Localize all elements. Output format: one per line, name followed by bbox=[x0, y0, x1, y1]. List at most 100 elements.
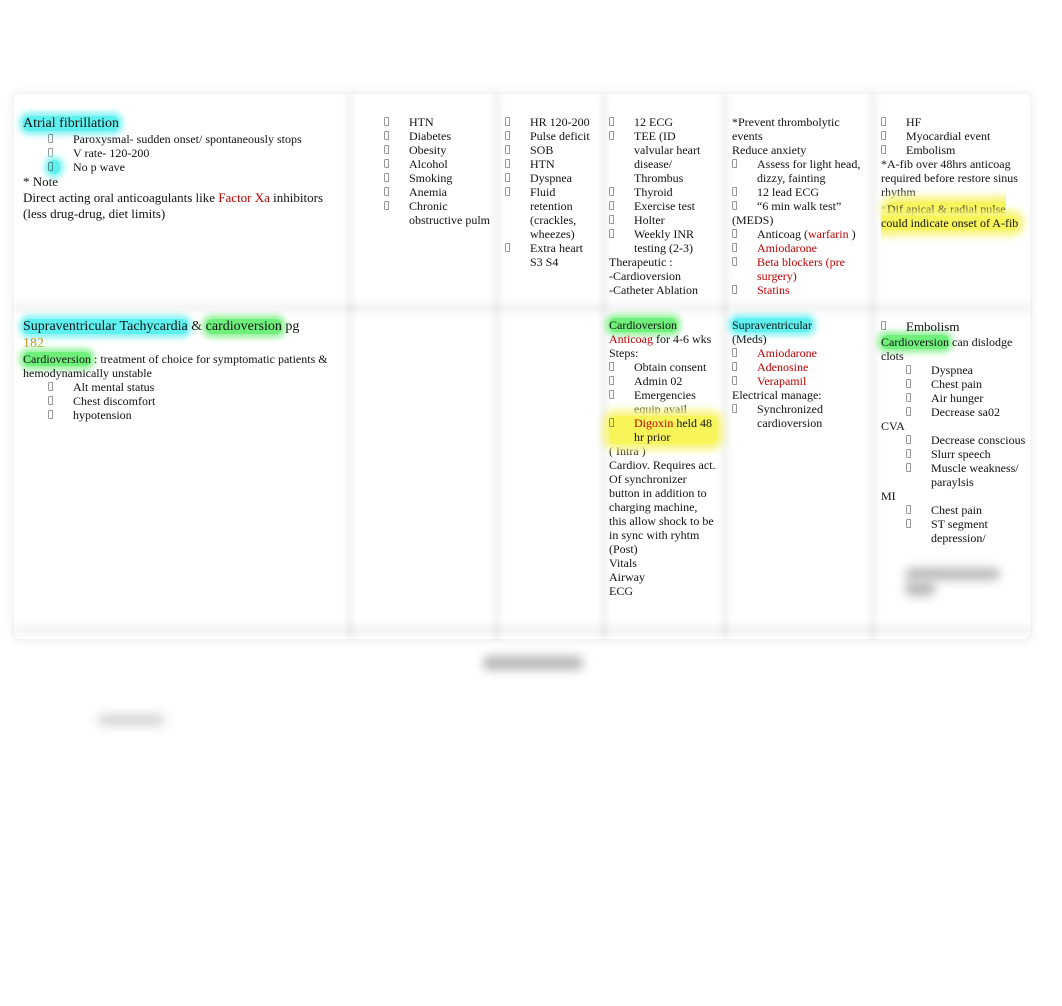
bullet-icon:  bbox=[384, 199, 409, 213]
bullet-icon:  bbox=[505, 171, 530, 185]
list-item: Alcohol bbox=[384, 157, 494, 171]
list-item: Chronic obstructive pulm bbox=[384, 199, 494, 227]
bullet-icon:  bbox=[505, 143, 530, 157]
cva-label: CVA bbox=[881, 419, 905, 433]
redacted-text bbox=[905, 568, 1000, 580]
list-item: Embolism bbox=[881, 318, 1026, 335]
list-item-text: HF bbox=[906, 115, 922, 129]
text-segment: cardioversion bbox=[205, 319, 282, 334]
bullet-icon:  bbox=[906, 377, 931, 391]
list-item: Dyspnea bbox=[505, 171, 597, 185]
text-segment: Cardioversion bbox=[881, 335, 949, 349]
list-item: Digoxin held 48 hr prior bbox=[609, 416, 717, 444]
text-segment: Supraventricular Tachycardia bbox=[23, 319, 188, 334]
list-item: Adenosine bbox=[732, 360, 866, 374]
bullet-icon:  bbox=[384, 185, 409, 199]
steps-label: Steps: bbox=[609, 346, 639, 360]
cva-signs-list: Decrease conscious Slurr speech Muscl… bbox=[881, 433, 1026, 489]
bullet-icon:  bbox=[732, 199, 757, 213]
doac-note: Direct acting oral anticoagulants like F… bbox=[23, 190, 343, 222]
afib-overview-cell: Atrial fibrillation Paroxysmal- sudden … bbox=[23, 115, 343, 222]
list-item: Exercise test bbox=[609, 199, 717, 213]
list-item: Holter bbox=[609, 213, 717, 227]
afib-symptoms-cell: HR 120-200 Pulse deficit SOB HTN Dy… bbox=[505, 115, 597, 269]
list-item: Chest pain bbox=[881, 503, 1026, 517]
list-item-text: Slurr speech bbox=[931, 447, 991, 461]
column-divider bbox=[866, 94, 880, 639]
bullet-icon:  bbox=[881, 115, 906, 129]
post-item: ECG bbox=[609, 584, 633, 598]
risk-factors-list: HTN Diabetes Obesity Alcohol Smokin… bbox=[384, 115, 494, 227]
list-item-text: SOB bbox=[530, 143, 554, 157]
text-segment: Anticoag bbox=[609, 332, 653, 346]
afib-title: Atrial fibrillation bbox=[23, 116, 120, 131]
bullet-icon:  bbox=[609, 416, 634, 430]
bullet-icon:  bbox=[906, 447, 931, 461]
list-item-text: Diabetes bbox=[409, 129, 451, 143]
bullet-icon:  bbox=[48, 146, 73, 160]
list-item-text: Paroxysmal- sudden onset/ spontaneously … bbox=[73, 132, 302, 146]
list-item-text: V rate- 120-200 bbox=[73, 146, 150, 160]
afib-features-list: Paroxysmal- sudden onset/ spontaneously… bbox=[23, 132, 343, 174]
anticoag-note: *A-fib over 48hrs anticoag required befo… bbox=[881, 157, 1018, 199]
bullet-icon:  bbox=[609, 115, 634, 129]
bullet-icon:  bbox=[384, 171, 409, 185]
cardioversion-definition: Cardioversion : treatment of choice for … bbox=[23, 352, 343, 380]
text-segment: for 4-6 wks bbox=[653, 332, 712, 346]
list-item-text: HTN bbox=[409, 115, 434, 129]
list-item-text: ST segment depression/ bbox=[931, 517, 988, 545]
text-segment: & bbox=[187, 319, 206, 334]
list-item: Verapamil bbox=[732, 374, 866, 388]
list-item: hypotension bbox=[23, 408, 343, 422]
steps-list: Obtain consent Admin 02 Emergencies e… bbox=[609, 360, 717, 444]
list-item-text: Anticoag ( bbox=[757, 227, 808, 241]
list-item-text: Thyroid bbox=[634, 185, 673, 199]
text-segment: Supraventricular bbox=[732, 318, 812, 332]
list-item-text: warfarin bbox=[807, 227, 849, 241]
bullet-icon:  bbox=[48, 394, 73, 408]
list-item-text: Decrease conscious bbox=[931, 433, 1026, 447]
embolism-signs-list: Dyspnea Chest pain Air hunger Decrea… bbox=[881, 363, 1026, 419]
bullet-icon:  bbox=[732, 241, 757, 255]
list-item-text: Chronic obstructive pulm bbox=[409, 199, 490, 227]
pulse-note: *Dif apical & radial pulse could indicat… bbox=[881, 202, 1026, 230]
bullet-icon:  bbox=[505, 157, 530, 171]
bullet-icon:  bbox=[732, 374, 757, 388]
text-segment: Cardioversion bbox=[23, 352, 91, 366]
reduce-anxiety: Reduce anxiety bbox=[732, 143, 807, 157]
list-item: 12 lead ECG bbox=[732, 185, 866, 199]
list-item: Amiodarone bbox=[732, 346, 866, 360]
list-item: 12 ECG bbox=[609, 115, 717, 129]
list-item-text: Adenosine bbox=[757, 360, 809, 374]
bullet-icon:  bbox=[609, 374, 634, 388]
list-item: TEE (ID valvular heart disease/ Thrombu… bbox=[609, 129, 717, 185]
bullet-icon:  bbox=[906, 391, 931, 405]
note-label: * Note bbox=[23, 174, 59, 189]
bullet-icon:  bbox=[48, 132, 73, 146]
list-item:  No p wave bbox=[23, 160, 343, 174]
bullet-icon:  bbox=[732, 283, 757, 297]
bullet-icon:  bbox=[906, 405, 931, 419]
list-item-text: Admin 02 bbox=[634, 374, 683, 388]
afib-management-cell: *Prevent thrombolytic events Reduce anxi… bbox=[732, 115, 866, 297]
list-item-text: Obtain consent bbox=[634, 360, 707, 374]
afib-risk-factors-cell: HTN Diabetes Obesity Alcohol Smokin… bbox=[384, 115, 494, 227]
bullet-icon:  bbox=[505, 185, 530, 199]
list-item: Myocardial event bbox=[881, 129, 1026, 143]
list-item: Thyroid bbox=[609, 185, 717, 199]
text-segment: Cardioversion bbox=[609, 318, 677, 332]
therapeutic-label: Therapeutic : bbox=[609, 255, 673, 269]
list-item: Paroxysmal- sudden onset/ spontaneously… bbox=[23, 132, 343, 146]
list-item-text: 12 lead ECG bbox=[757, 185, 819, 199]
list-item-text: Beta blockers (pre surgery) bbox=[757, 255, 845, 283]
bullet-icon:  bbox=[906, 461, 931, 475]
list-item: Decrease conscious bbox=[881, 433, 1026, 447]
list-item-text: Alt mental status bbox=[73, 380, 155, 394]
list-item: Amiodarone bbox=[732, 241, 866, 255]
text-segment: Direct acting oral anticoagulants like bbox=[23, 190, 219, 205]
list-item: Dyspnea bbox=[881, 363, 1026, 377]
list-item-text: Chest pain bbox=[931, 503, 982, 517]
cardioversion-title: Cardioversion bbox=[609, 318, 717, 332]
dislodge-note: Cardioversion can dislodge clots bbox=[881, 335, 1026, 363]
bullet-icon:  bbox=[732, 255, 757, 269]
